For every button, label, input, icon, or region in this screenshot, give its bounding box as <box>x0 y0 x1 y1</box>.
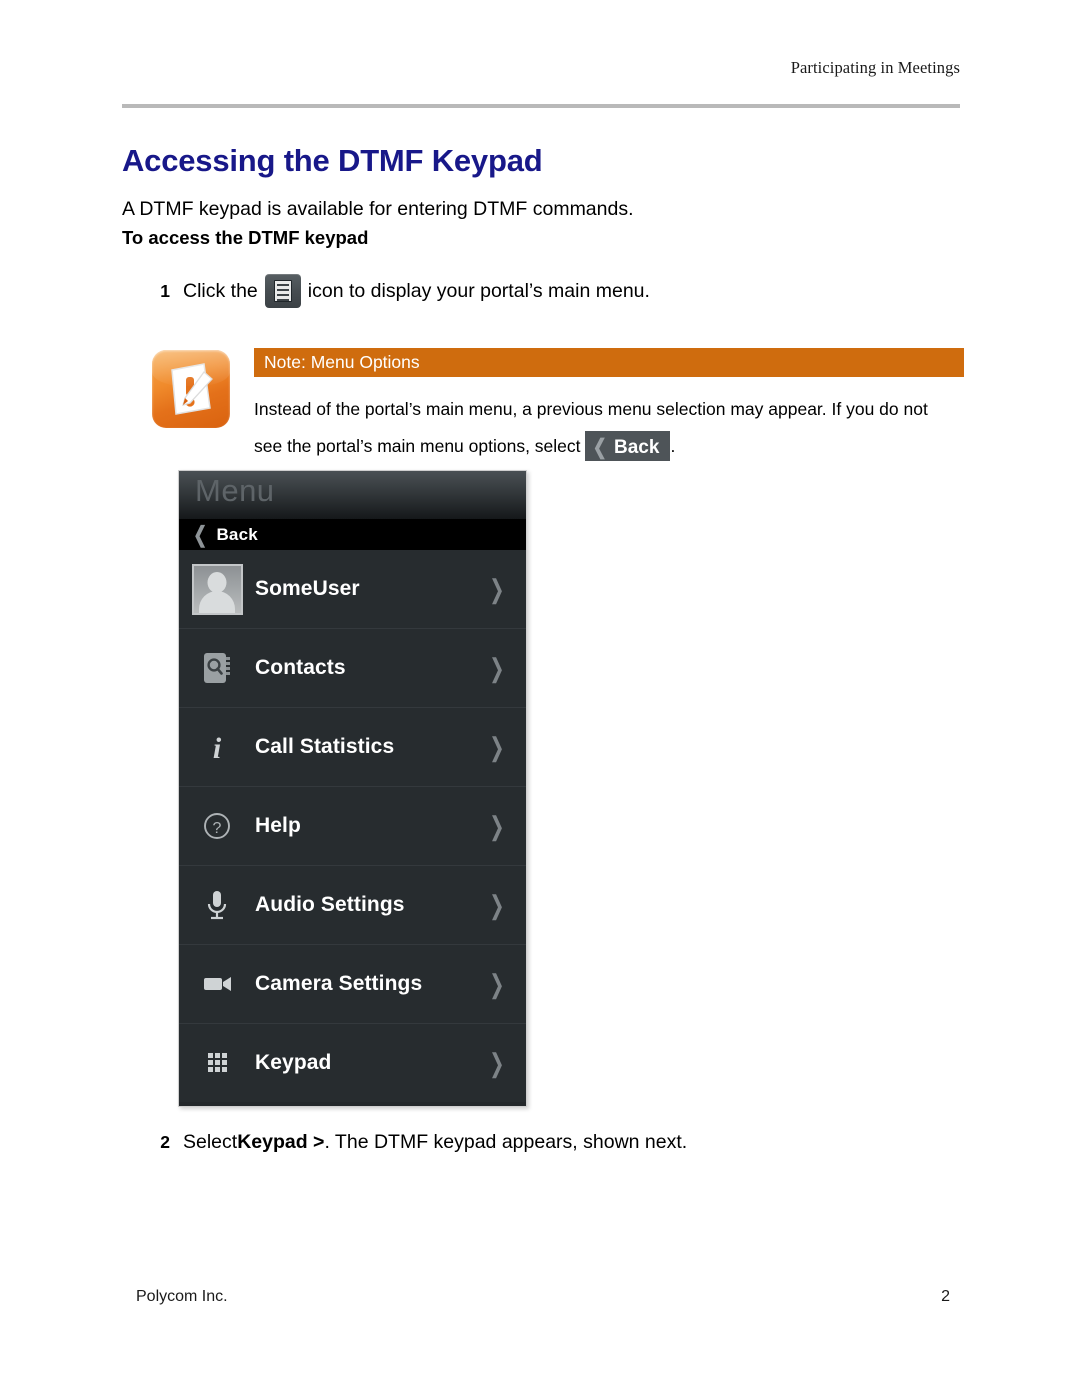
note-text: Instead of the portal’s main menu, a pre… <box>254 391 969 465</box>
step-number: 2 <box>160 1132 170 1152</box>
menu-row-label: SomeUser <box>255 577 360 600</box>
step-1-text-after: icon to display your portal’s main menu. <box>307 279 650 302</box>
chevron-right-icon: ❯ <box>489 653 505 683</box>
question-circle-icon: ? <box>179 807 255 845</box>
chevron-right-icon: ❯ <box>489 811 505 841</box>
menu-row-call-statistics[interactable]: i Call Statistics ❯ <box>179 708 526 787</box>
footer-company: Polycom Inc. <box>136 1288 228 1305</box>
menu-row-label: Contacts <box>255 656 346 679</box>
intro-paragraph: A DTMF keypad is available for entering … <box>122 197 634 220</box>
menu-row-label: Audio Settings <box>255 893 405 916</box>
step-number: 1 <box>160 280 170 301</box>
menu-row-label: Call Statistics <box>255 735 395 758</box>
chevron-right-icon: ❯ <box>489 890 505 920</box>
menu-back-row[interactable]: ❮ Back <box>179 519 526 550</box>
header-divider <box>122 104 960 108</box>
note-line-2-before: see the portal’s main menu options, sele… <box>254 436 581 456</box>
menu-row-audio-settings[interactable]: Audio Settings ❯ <box>179 866 526 945</box>
menu-row-label: Help <box>255 814 301 837</box>
back-button-label: Back <box>614 437 660 459</box>
address-book-icon <box>179 649 255 687</box>
menu-header: Menu <box>179 471 526 519</box>
note-title: Note: Menu Options <box>264 352 420 372</box>
footer-page-number: 2 <box>941 1288 950 1305</box>
back-button-graphic: ❮ Back <box>585 431 671 462</box>
svg-text:?: ? <box>213 820 222 837</box>
chevron-right-icon: ❯ <box>489 574 505 604</box>
page-title: Accessing the DTMF Keypad <box>122 142 543 178</box>
chevron-left-icon: ❮ <box>593 436 608 460</box>
menu-list-icon <box>264 274 301 308</box>
menu-row-someuser[interactable]: SomeUser ❯ <box>179 550 526 629</box>
avatar <box>191 563 243 615</box>
svg-text:i: i <box>213 732 222 765</box>
info-icon: i <box>179 728 255 766</box>
menu-screenshot: Menu ❮ Back SomeUser ❯ Contacts ❯ i Call… <box>178 470 527 1107</box>
menu-row-camera-settings[interactable]: Camera Settings ❯ <box>179 945 526 1024</box>
video-camera-icon <box>179 965 255 1003</box>
step-2: 2 Select Keypad > . The DTMF keypad appe… <box>148 1131 687 1154</box>
chevron-right-icon: ❯ <box>489 732 505 762</box>
menu-row-contacts[interactable]: Contacts ❯ <box>179 629 526 708</box>
menu-back-label: Back <box>216 524 258 544</box>
menu-row-help[interactable]: ? Help ❯ <box>179 787 526 866</box>
menu-list-glyph <box>273 280 292 302</box>
menu-title: Menu <box>195 473 275 508</box>
procedure-heading: To access the DTMF keypad <box>122 227 369 248</box>
step-2-text-before: Select <box>183 1131 238 1153</box>
menu-row-label: Keypad <box>255 1051 332 1074</box>
step-2-bold-text: Keypad > <box>237 1131 325 1153</box>
keypad-grid-icon <box>179 1044 255 1082</box>
chevron-left-icon: ❮ <box>193 521 208 547</box>
note-body: Note: Menu Options Instead of the portal… <box>254 348 969 465</box>
note-pencil-icon <box>152 350 230 428</box>
step-1: 1 Click the icon to display your portal’… <box>148 274 650 308</box>
note-line-1: Instead of the portal’s main menu, a pre… <box>254 399 928 419</box>
chevron-right-icon: ❯ <box>489 1048 505 1078</box>
menu-row-label: Camera Settings <box>255 972 423 995</box>
note-line-2-after: . <box>670 436 676 456</box>
microphone-icon <box>179 886 255 924</box>
step-2-text-after: . The DTMF keypad appears, shown next. <box>324 1131 688 1153</box>
chevron-right-icon: ❯ <box>489 969 505 999</box>
avatar-head <box>207 571 227 593</box>
avatar-thumbnail <box>179 563 255 615</box>
step-1-text-before: Click the <box>183 279 258 302</box>
menu-row-keypad[interactable]: Keypad ❯ <box>179 1024 526 1102</box>
avatar-body <box>199 590 235 613</box>
note-title-bar: Note: Menu Options <box>254 348 964 377</box>
running-header: Participating in Meetings <box>790 58 960 77</box>
